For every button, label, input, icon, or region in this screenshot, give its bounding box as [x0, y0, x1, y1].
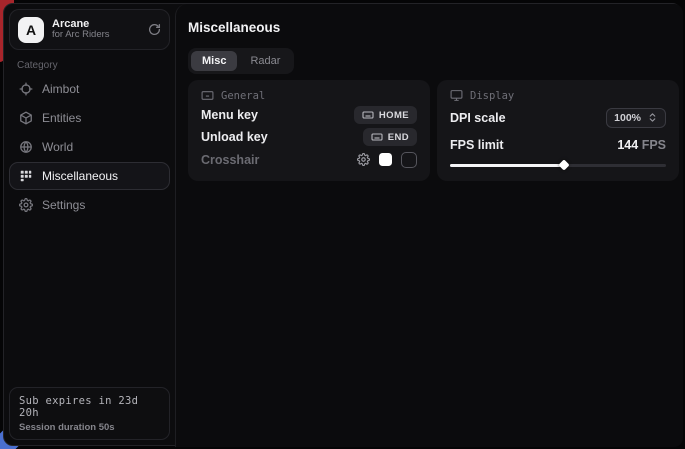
fps-limit-value: 144 FPS: [617, 138, 666, 152]
dpi-scale-value: 100%: [614, 112, 641, 124]
crosshair-controls: [357, 152, 417, 168]
main-panel: Miscellaneous Misc Radar Gene: [175, 4, 683, 447]
app-subtitle: for Arc Riders: [52, 30, 140, 41]
crosshair-color-swatch[interactable]: [379, 153, 392, 166]
chevron-up-down-icon: [647, 112, 658, 123]
app-titles: Arcane for Arc Riders: [52, 18, 140, 42]
unload-key-label: Unload key: [201, 130, 268, 144]
app-header-card: A Arcane for Arc Riders: [9, 9, 170, 50]
subscription-card: Sub expires in 23d 20h Session duration …: [9, 387, 170, 440]
sidebar-item-aimbot[interactable]: Aimbot: [9, 75, 170, 103]
sidebar-item-label: Miscellaneous: [42, 169, 118, 183]
dpi-scale-label: DPI scale: [450, 111, 506, 125]
sidebar-nav: Aimbot Entities: [9, 75, 170, 219]
menu-key-label: Menu key: [201, 108, 258, 122]
unload-key-value: END: [388, 132, 409, 143]
sidebar: A Arcane for Arc Riders Category: [4, 4, 175, 445]
sidebar-item-label: Entities: [42, 111, 81, 125]
menu-key-value: HOME: [379, 110, 409, 121]
screen: A Arcane for Arc Riders Category: [0, 0, 685, 449]
keyboard-icon: [371, 131, 383, 143]
tab-radar[interactable]: Radar: [239, 51, 291, 71]
tab-bar: Misc Radar: [188, 48, 294, 74]
crosshair-icon: [19, 82, 33, 96]
fps-limit-slider[interactable]: [450, 159, 666, 171]
general-card-title: General: [221, 90, 265, 102]
crosshair-row: Crosshair: [201, 149, 417, 171]
display-card: Display DPI scale 100%: [437, 80, 679, 181]
sidebar-item-world[interactable]: World: [9, 133, 170, 161]
sidebar-item-label: Settings: [42, 198, 85, 212]
globe-icon: [19, 140, 33, 154]
sidebar-item-settings[interactable]: Settings: [9, 191, 170, 219]
crosshair-label: Crosshair: [201, 153, 259, 167]
menu-key-bind-button[interactable]: HOME: [354, 106, 417, 124]
subscription-expiry: Sub expires in 23d 20h: [19, 395, 160, 419]
menu-key-row: Menu key HOME: [201, 104, 417, 126]
dpi-scale-select[interactable]: 100%: [606, 108, 666, 128]
keyboard-icon: [362, 109, 374, 121]
fps-slider-thumb[interactable]: [559, 159, 570, 170]
session-duration: Session duration 50s: [19, 422, 160, 433]
general-card-header: General: [201, 89, 417, 102]
cards-row: General Menu key HOME: [188, 80, 679, 181]
display-card-header: Display: [450, 89, 666, 102]
sidebar-item-label: Aimbot: [42, 82, 79, 96]
sidebar-item-miscellaneous[interactable]: Miscellaneous: [9, 162, 170, 190]
page-title: Miscellaneous: [188, 20, 280, 35]
dpi-scale-row: DPI scale 100%: [450, 104, 666, 131]
fps-limit-row: FPS limit 144 FPS: [450, 131, 666, 158]
sidebar-item-label: World: [42, 140, 73, 154]
unload-key-bind-button[interactable]: END: [363, 128, 417, 146]
display-card-title: Display: [470, 90, 514, 102]
fps-number: 144: [617, 138, 638, 152]
fps-slider-fill: [450, 164, 564, 167]
app-window: A Arcane for Arc Riders Category: [3, 3, 682, 446]
sync-icon[interactable]: [148, 23, 161, 36]
monitor-icon: [450, 89, 463, 102]
sidebar-item-entities[interactable]: Entities: [9, 104, 170, 132]
crosshair-checkbox[interactable]: [401, 152, 417, 168]
tab-misc[interactable]: Misc: [191, 51, 237, 71]
fps-limit-label: FPS limit: [450, 138, 503, 152]
keyboard-icon: [201, 89, 214, 102]
unload-key-row: Unload key END: [201, 126, 417, 148]
gear-icon: [19, 198, 33, 212]
general-card: General Menu key HOME: [188, 80, 430, 181]
fps-unit: FPS: [642, 138, 666, 152]
app-logo: A: [18, 17, 44, 43]
cube-icon: [19, 111, 33, 125]
category-label: Category: [17, 60, 58, 71]
crosshair-settings-icon[interactable]: [357, 153, 370, 166]
grip-icon: [19, 169, 33, 183]
